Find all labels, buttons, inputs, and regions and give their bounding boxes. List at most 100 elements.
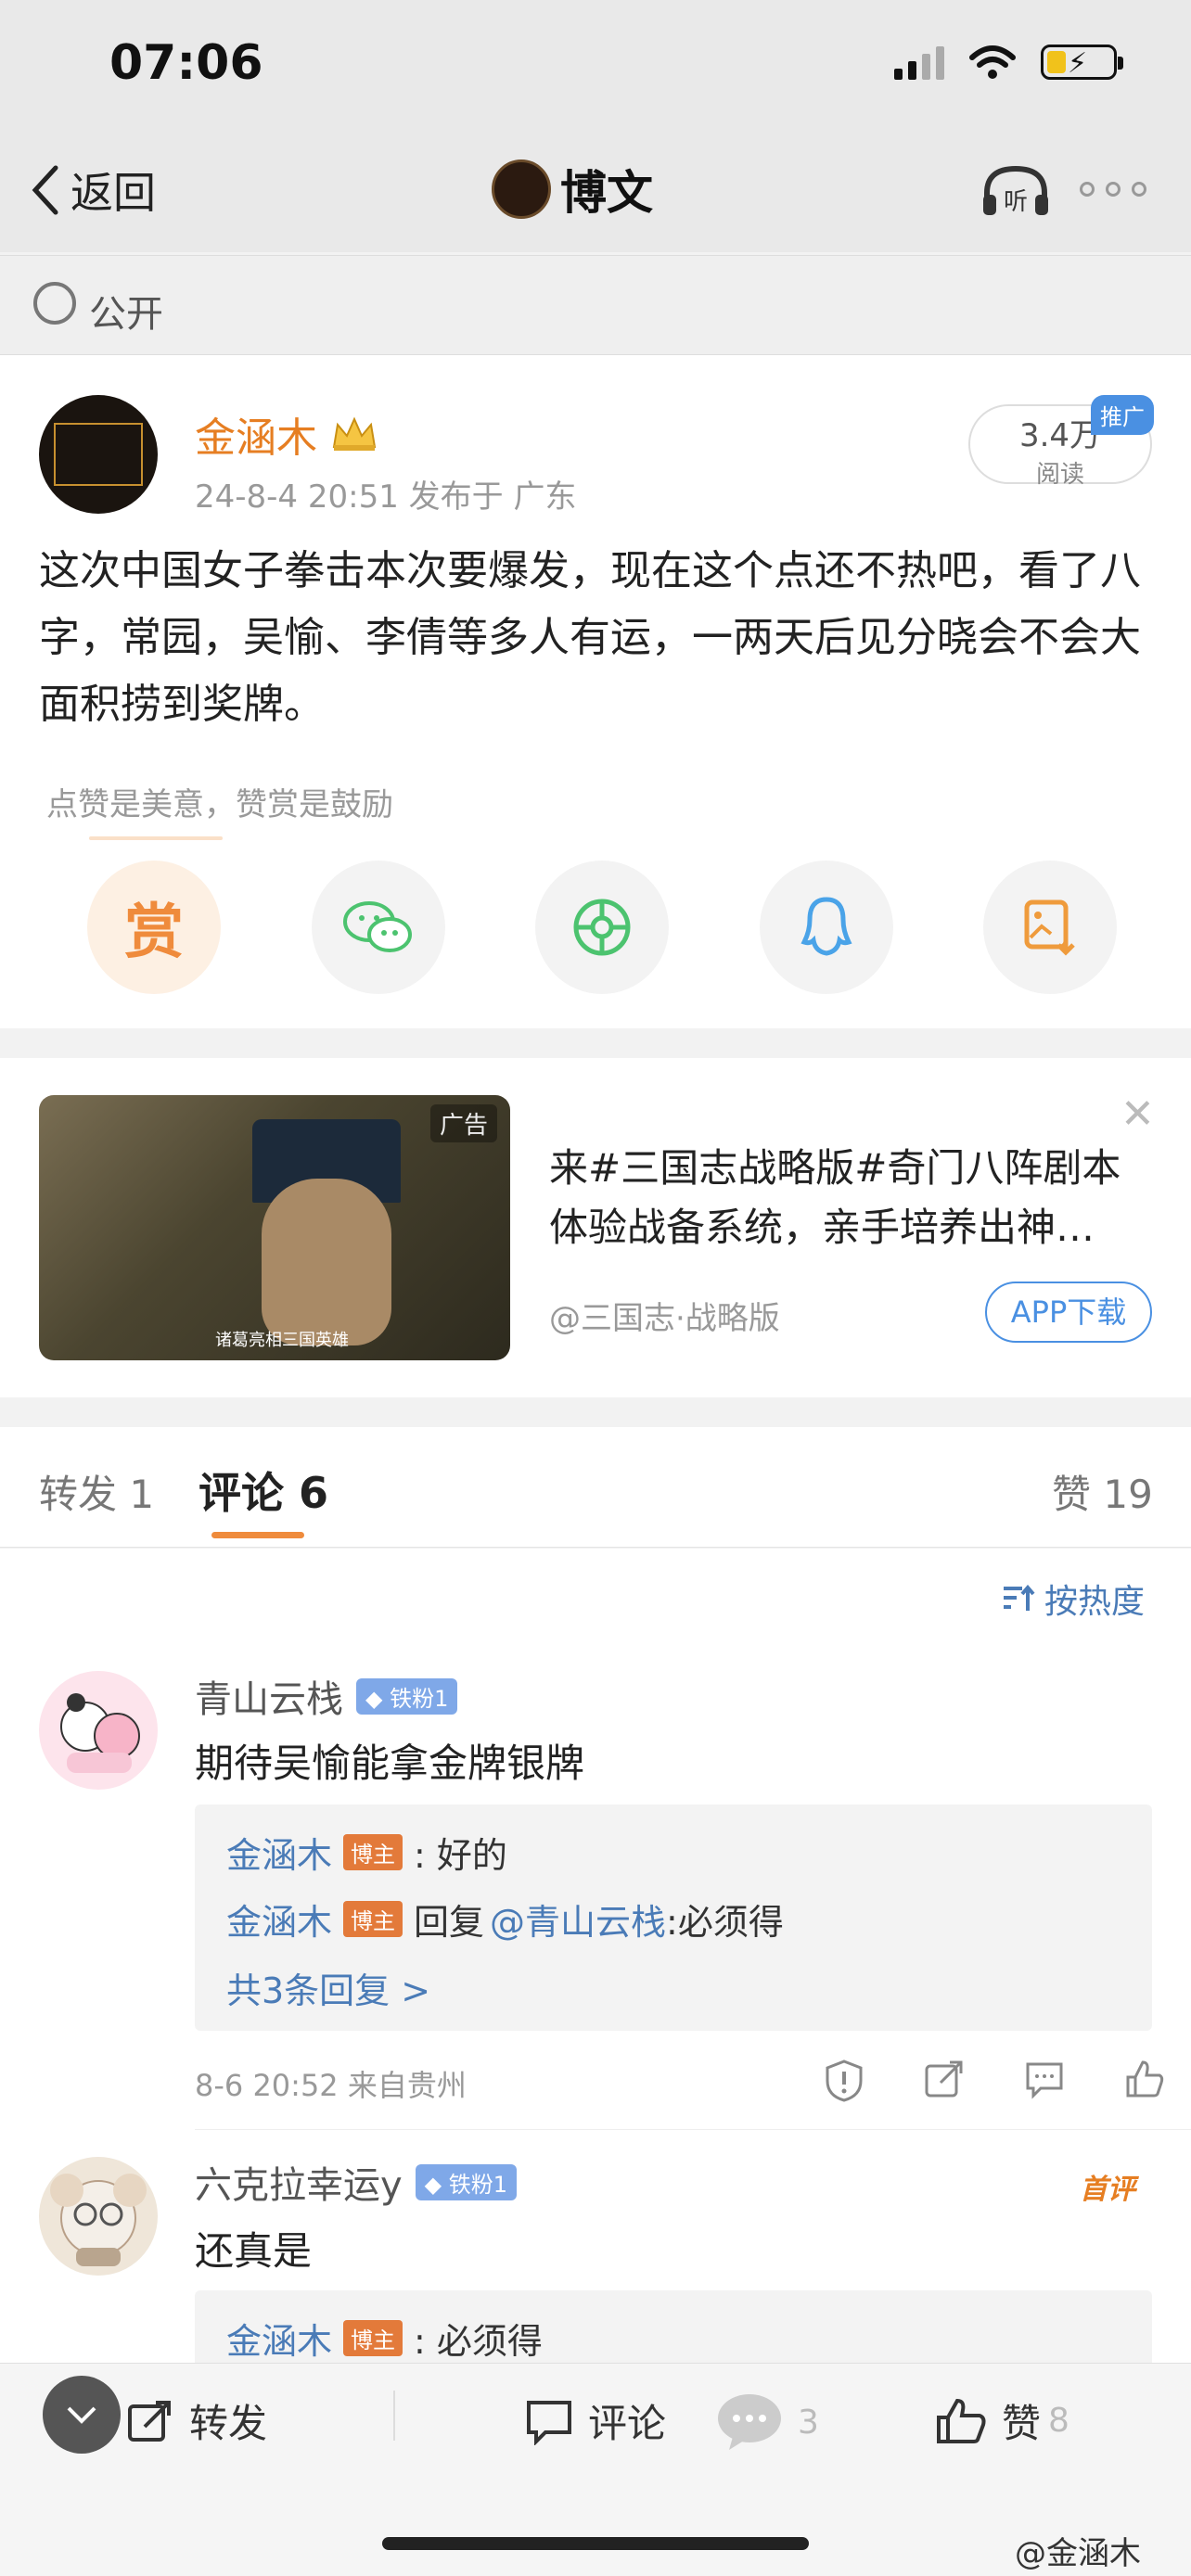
moments-icon	[573, 899, 631, 956]
share-row: 赏	[87, 861, 1117, 994]
status-icons: ⚡	[894, 45, 1123, 80]
reply-item[interactable]: 金涵木 博主 回复 @青山云栈 :必须得	[226, 1894, 784, 1945]
report-icon[interactable]	[824, 2059, 864, 2103]
visibility-bar: 公开	[0, 255, 1191, 355]
nav-title-text: 博文	[560, 166, 653, 220]
listen-label: 听	[1004, 188, 1028, 216]
comment-count-bubble[interactable]: 3	[716, 2392, 819, 2452]
commenter-name[interactable]: 青山云栈 ◆ 铁粉1	[195, 1669, 458, 1723]
dot-icon	[1132, 182, 1146, 197]
reward-button[interactable]: 赏	[87, 861, 221, 994]
reply-item[interactable]: 金涵木 博主 : 必须得	[226, 2313, 543, 2364]
signal-icon	[894, 45, 944, 80]
sort-button[interactable]: 按热度	[1002, 1575, 1145, 1623]
active-tab-indicator	[211, 1532, 304, 1538]
reply-text: :必须得	[666, 1902, 784, 1943]
qq-share-button[interactable]	[759, 861, 893, 994]
ad-text[interactable]: 来#三国志战略版#奇门八阵剧本体验战备系统，亲手培养出神…	[549, 1139, 1152, 1257]
reply-prefix: 回复	[414, 1902, 485, 1943]
more-options-button[interactable]	[1080, 182, 1146, 197]
author-avatar[interactable]	[39, 395, 158, 514]
commenter-name[interactable]: 六克拉幸运y ◆ 铁粉1	[195, 2155, 518, 2209]
bottom-divider	[393, 2391, 395, 2441]
home-indicator[interactable]	[382, 2537, 809, 2550]
blogger-badge: 博主	[343, 1901, 403, 1937]
commenter-name-text: 六克拉幸运y	[195, 2164, 403, 2207]
promo-badge[interactable]: 推广	[1091, 395, 1154, 435]
first-comment-badge: 首评	[1080, 2174, 1135, 2206]
tab-forward[interactable]: 转发 1	[39, 1463, 154, 1520]
reply-user: 金涵木	[226, 1902, 333, 1943]
wechat-icon	[342, 901, 412, 952]
reads-label: 阅读	[1035, 461, 1084, 489]
listen-button[interactable]: 听	[980, 163, 1052, 219]
dot-icon	[1106, 182, 1121, 197]
forward-comment-icon[interactable]	[924, 2059, 965, 2099]
save-image-button[interactable]	[983, 861, 1117, 994]
tab-like[interactable]: 赞 19	[1052, 1463, 1153, 1520]
thumbs-up-icon	[937, 2398, 986, 2443]
tab-comment[interactable]: 评论 6	[198, 1460, 328, 1521]
like-count: 8	[1048, 2402, 1069, 2440]
comment-text: 期待吴愉能拿金牌银牌	[195, 1741, 585, 1786]
chevron-left-icon	[32, 165, 58, 215]
ad-close-icon[interactable]: ✕	[1121, 1090, 1155, 1138]
reply-text: : 必须得	[414, 2321, 543, 2362]
comment-divider	[195, 2129, 1191, 2130]
battery-icon: ⚡	[1041, 45, 1123, 80]
ad-image[interactable]: 广告 诸葛亮相三国英雄	[39, 1095, 510, 1360]
back-button[interactable]: 返回	[32, 159, 156, 221]
chevron-down-icon	[67, 2406, 96, 2424]
comment-button[interactable]: 评论	[525, 2392, 666, 2449]
cartoon-avatar-icon	[60, 1693, 140, 1773]
forward-button[interactable]: 转发	[126, 2392, 267, 2449]
more-replies-link[interactable]: 共3条回复 >	[226, 1962, 430, 2013]
wifi-icon	[969, 45, 1016, 79]
reply-comment-icon[interactable]	[1024, 2059, 1065, 2099]
comment-icon	[527, 2400, 571, 2445]
commenter-avatar[interactable]	[39, 1671, 158, 1790]
like-comment-icon[interactable]	[1124, 2059, 1165, 2099]
reply-user: 金涵木	[226, 1835, 333, 1876]
ad-source[interactable]: @三国志·战略版	[549, 1293, 780, 1338]
blogger-badge: 博主	[343, 2320, 403, 2356]
reply-mention[interactable]: @青山云栈	[490, 1894, 666, 1945]
wechat-share-button[interactable]	[311, 861, 445, 994]
author-name[interactable]: 金涵木	[195, 404, 378, 464]
comment-meta: 8-6 20:52 来自贵州	[195, 2068, 467, 2103]
app-download-button[interactable]: APP下载	[985, 1282, 1152, 1343]
like-button[interactable]: 赞 8	[935, 2392, 1069, 2449]
comment-actions	[824, 2059, 1165, 2103]
image-download-icon	[1024, 899, 1075, 956]
crown-icon	[332, 416, 377, 451]
reward-char: 赏	[124, 899, 184, 967]
forward-icon	[128, 2400, 171, 2442]
forward-label: 转发	[189, 2401, 268, 2446]
blogger-badge: 博主	[343, 1834, 403, 1870]
author-name-text: 金涵木	[195, 414, 317, 462]
fan-badge: ◆ 铁粉1	[415, 2163, 518, 2200]
nav-title: 博文	[492, 156, 653, 223]
post-meta: 24-8-4 20:51 发布于 广东	[195, 478, 577, 516]
qq-icon	[800, 897, 852, 956]
commenter-avatar[interactable]	[39, 2157, 158, 2276]
reward-tip: 点赞是美意，赞赏是鼓励	[46, 786, 393, 823]
sort-icon	[1004, 1585, 1035, 1611]
reply-item[interactable]: 金涵木 博主 : 好的	[226, 1827, 507, 1878]
tabs-bar	[0, 1427, 1191, 1548]
post-text: 这次中国女子拳击本次要爆发，现在这个点还不热吧，看了八字，常园，吴愉、李倩等多人…	[39, 547, 1141, 728]
reward-accent	[89, 836, 223, 840]
moments-share-button[interactable]	[535, 861, 669, 994]
ad-figure-face	[262, 1179, 391, 1345]
headphones-icon: 听	[983, 165, 1048, 216]
comment-label: 评论	[588, 2401, 667, 2446]
reply-user: 金涵木	[226, 2321, 333, 2362]
fan-badge: ◆ 铁粉1	[356, 1677, 458, 1715]
comment-count: 3	[798, 2403, 819, 2442]
globe-icon	[33, 282, 76, 325]
fan-badge-text: 铁粉1	[390, 1685, 449, 1712]
collapse-button[interactable]	[43, 2376, 121, 2454]
chat-bubble-icon	[718, 2394, 781, 2450]
watermark: @金涵木	[1015, 2535, 1141, 2572]
fan-badge-text: 铁粉1	[448, 2171, 508, 2198]
